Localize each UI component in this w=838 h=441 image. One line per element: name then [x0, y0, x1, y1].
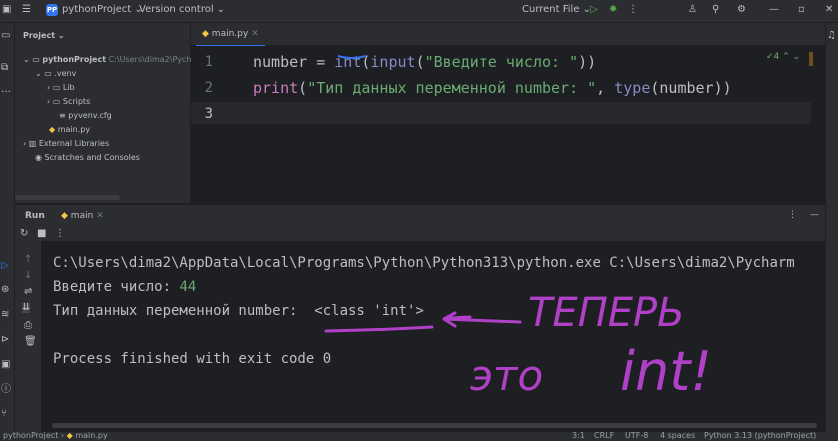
folder-icon: ▭: [41, 69, 55, 78]
main-menu-icon[interactable]: ☰: [22, 5, 31, 15]
trash-icon[interactable]: 🗑: [24, 337, 37, 347]
tab-main-py[interactable]: ◆ main.py ✕: [196, 23, 265, 47]
status-bar: pythonProject › ◆ main.py 3:1 CRLF UTF-8…: [0, 432, 838, 441]
python-file-icon: ◆: [66, 432, 73, 440]
tree-item-external-libraries[interactable]: › ▥ External Libraries: [23, 137, 109, 151]
line-number: 3: [204, 106, 213, 122]
console-input-value: 44: [179, 279, 197, 295]
folder-icon: ▭: [50, 83, 63, 92]
run-tool-icon[interactable]: ▷: [1, 261, 9, 271]
line-separator[interactable]: CRLF: [594, 432, 614, 440]
indent-setting[interactable]: 4 spaces: [660, 432, 695, 440]
structure-icon[interactable]: ⧉: [1, 63, 8, 73]
editor-marker: [809, 52, 813, 66]
right-tool-strip: ♫: [825, 23, 838, 441]
file-encoding[interactable]: UTF-8: [625, 432, 648, 440]
tree-root[interactable]: ⌄ ▭ pythonProject C:\Users\dima2\Pych: [23, 53, 192, 67]
tab-run[interactable]: Run: [25, 211, 45, 221]
more-actions-icon[interactable]: ⋮: [55, 229, 65, 239]
inspection-widget[interactable]: ✓4 ⌃ ⌄: [766, 52, 800, 62]
search-icon[interactable]: ⚲: [712, 5, 719, 15]
folder-icon[interactable]: ▭: [1, 31, 10, 41]
console-line: C:\Users\dima2\AppData\Local\Programs\Py…: [53, 255, 795, 271]
project-panel-title[interactable]: Project ⌄: [23, 29, 65, 43]
title-bar: ▣ ☰ PP pythonProject ⌄ Version control ⌄…: [0, 0, 838, 23]
library-icon: ▥: [26, 139, 39, 148]
more-actions-icon[interactable]: ⋮: [628, 5, 638, 15]
breadcrumb-project: pythonProject: [3, 432, 59, 440]
code-line-1: number = int(input("Введите число: ")): [253, 53, 597, 71]
more-options-icon[interactable]: ⋮: [788, 210, 797, 220]
close-tab-icon[interactable]: ✕: [251, 29, 259, 39]
run-icon[interactable]: ▷: [590, 5, 598, 15]
maximize-icon[interactable]: ▫: [798, 5, 805, 15]
terminal-icon[interactable]: ▣: [1, 360, 10, 370]
scroll-down-icon[interactable]: ↓: [24, 271, 32, 281]
scroll-up-icon[interactable]: ↑: [24, 255, 32, 265]
run-toolbar: ↻ ■ ⋮: [15, 227, 825, 241]
print-icon[interactable]: ⎙: [24, 321, 32, 331]
add-user-icon[interactable]: ♙: [688, 5, 697, 15]
project-panel: Project ⌄ ⌄ ▭ pythonProject C:\Users\dim…: [15, 23, 192, 203]
hide-panel-icon[interactable]: —: [810, 210, 819, 220]
python-file-icon: ◆: [61, 211, 68, 221]
debug-icon[interactable]: ✹: [609, 5, 617, 15]
console-output[interactable]: C:\Users\dima2\AppData\Local\Programs\Py…: [41, 241, 825, 433]
python-file-icon: ◆: [202, 29, 209, 39]
run-config-selector[interactable]: Current File ⌄: [522, 4, 591, 15]
version-control-menu[interactable]: Version control ⌄: [139, 4, 225, 15]
scroll-to-end-icon[interactable]: ⇊: [22, 303, 31, 313]
notifications-icon[interactable]: ♫: [827, 31, 836, 41]
breadcrumb-file: main.py: [75, 432, 108, 440]
console-line: Тип данных переменной number: <class 'in…: [53, 303, 424, 319]
python-file-icon: ◆: [49, 125, 58, 134]
tree-item-venv[interactable]: ⌄ ▭ .venv: [35, 67, 76, 81]
tree-item-main-py[interactable]: ◆ main.py: [49, 123, 90, 137]
app-logo-icon: ▣: [2, 4, 12, 15]
chevron-down-icon: ⌄: [35, 69, 42, 78]
close-icon[interactable]: ✕: [825, 5, 833, 15]
problems-icon[interactable]: ⓘ: [1, 385, 11, 395]
tab-run-config[interactable]: ◆ main ✕: [57, 209, 108, 223]
folder-icon: ▭: [32, 55, 43, 64]
scratches-icon: ◉: [35, 153, 45, 162]
close-tab-icon[interactable]: ✕: [96, 211, 104, 221]
left-tool-strip: ▭ ⧉ … ▷ ⊛ ≋ ⊳ ▣ ⓘ ⑂: [0, 23, 15, 441]
git-icon[interactable]: ⑂: [1, 409, 7, 419]
minimize-icon[interactable]: —: [769, 5, 779, 15]
more-tools-icon[interactable]: …: [1, 85, 11, 95]
code-editor[interactable]: ✓4 ⌃ ⌄ 1 2 3 number = int(input("Введите…: [191, 46, 825, 203]
services-icon[interactable]: ⊳: [1, 335, 9, 345]
tree-item-lib[interactable]: › ▭ Lib: [47, 81, 75, 95]
config-file-icon: ≡: [59, 111, 69, 120]
interpreter-selector[interactable]: Python 3.13 (pythonProject): [704, 432, 816, 440]
console-scrollbar[interactable]: [52, 423, 817, 428]
stop-icon[interactable]: ■: [37, 229, 46, 239]
folder-icon: ▭: [50, 97, 63, 106]
project-scrollbar[interactable]: [15, 195, 120, 200]
caret-position[interactable]: 3:1: [572, 432, 585, 440]
project-badge: PP: [46, 4, 58, 16]
gear-icon[interactable]: ⚙: [737, 5, 746, 15]
current-line-highlight: [191, 102, 811, 124]
chevron-down-icon: ⌄: [23, 55, 30, 64]
tree-item-scratches[interactable]: ◉ Scratches and Consoles: [35, 151, 140, 165]
tree-item-pyvenv[interactable]: ≡ pyvenv.cfg: [59, 109, 112, 123]
console-line: Введите число: 44: [53, 279, 197, 295]
line-number: 1: [204, 54, 213, 70]
rerun-icon[interactable]: ↻: [20, 229, 28, 239]
layers-icon[interactable]: ≋: [1, 310, 9, 320]
editor-tab-bar: ◆ main.py ✕: [191, 23, 825, 47]
run-panel-header: Run ◆ main ✕ ⋮ —: [15, 204, 825, 227]
breadcrumb[interactable]: pythonProject › ◆ main.py: [3, 432, 108, 440]
soft-wrap-icon[interactable]: ⇌: [24, 287, 32, 297]
code-line-2: print("Тип данных переменной number: ", …: [253, 79, 732, 97]
run-console: ↑ ↓ ⇌ ⇊ ⎙ 🗑 C:\Users\dima2\AppData\Local…: [15, 241, 825, 433]
project-selector[interactable]: pythonProject ⌄: [62, 4, 143, 15]
console-line: Process finished with exit code 0: [53, 351, 332, 367]
tree-item-scripts[interactable]: › ▭ Scripts: [47, 95, 90, 109]
python-packages-icon[interactable]: ⊛: [1, 285, 9, 295]
line-number: 2: [204, 80, 213, 96]
